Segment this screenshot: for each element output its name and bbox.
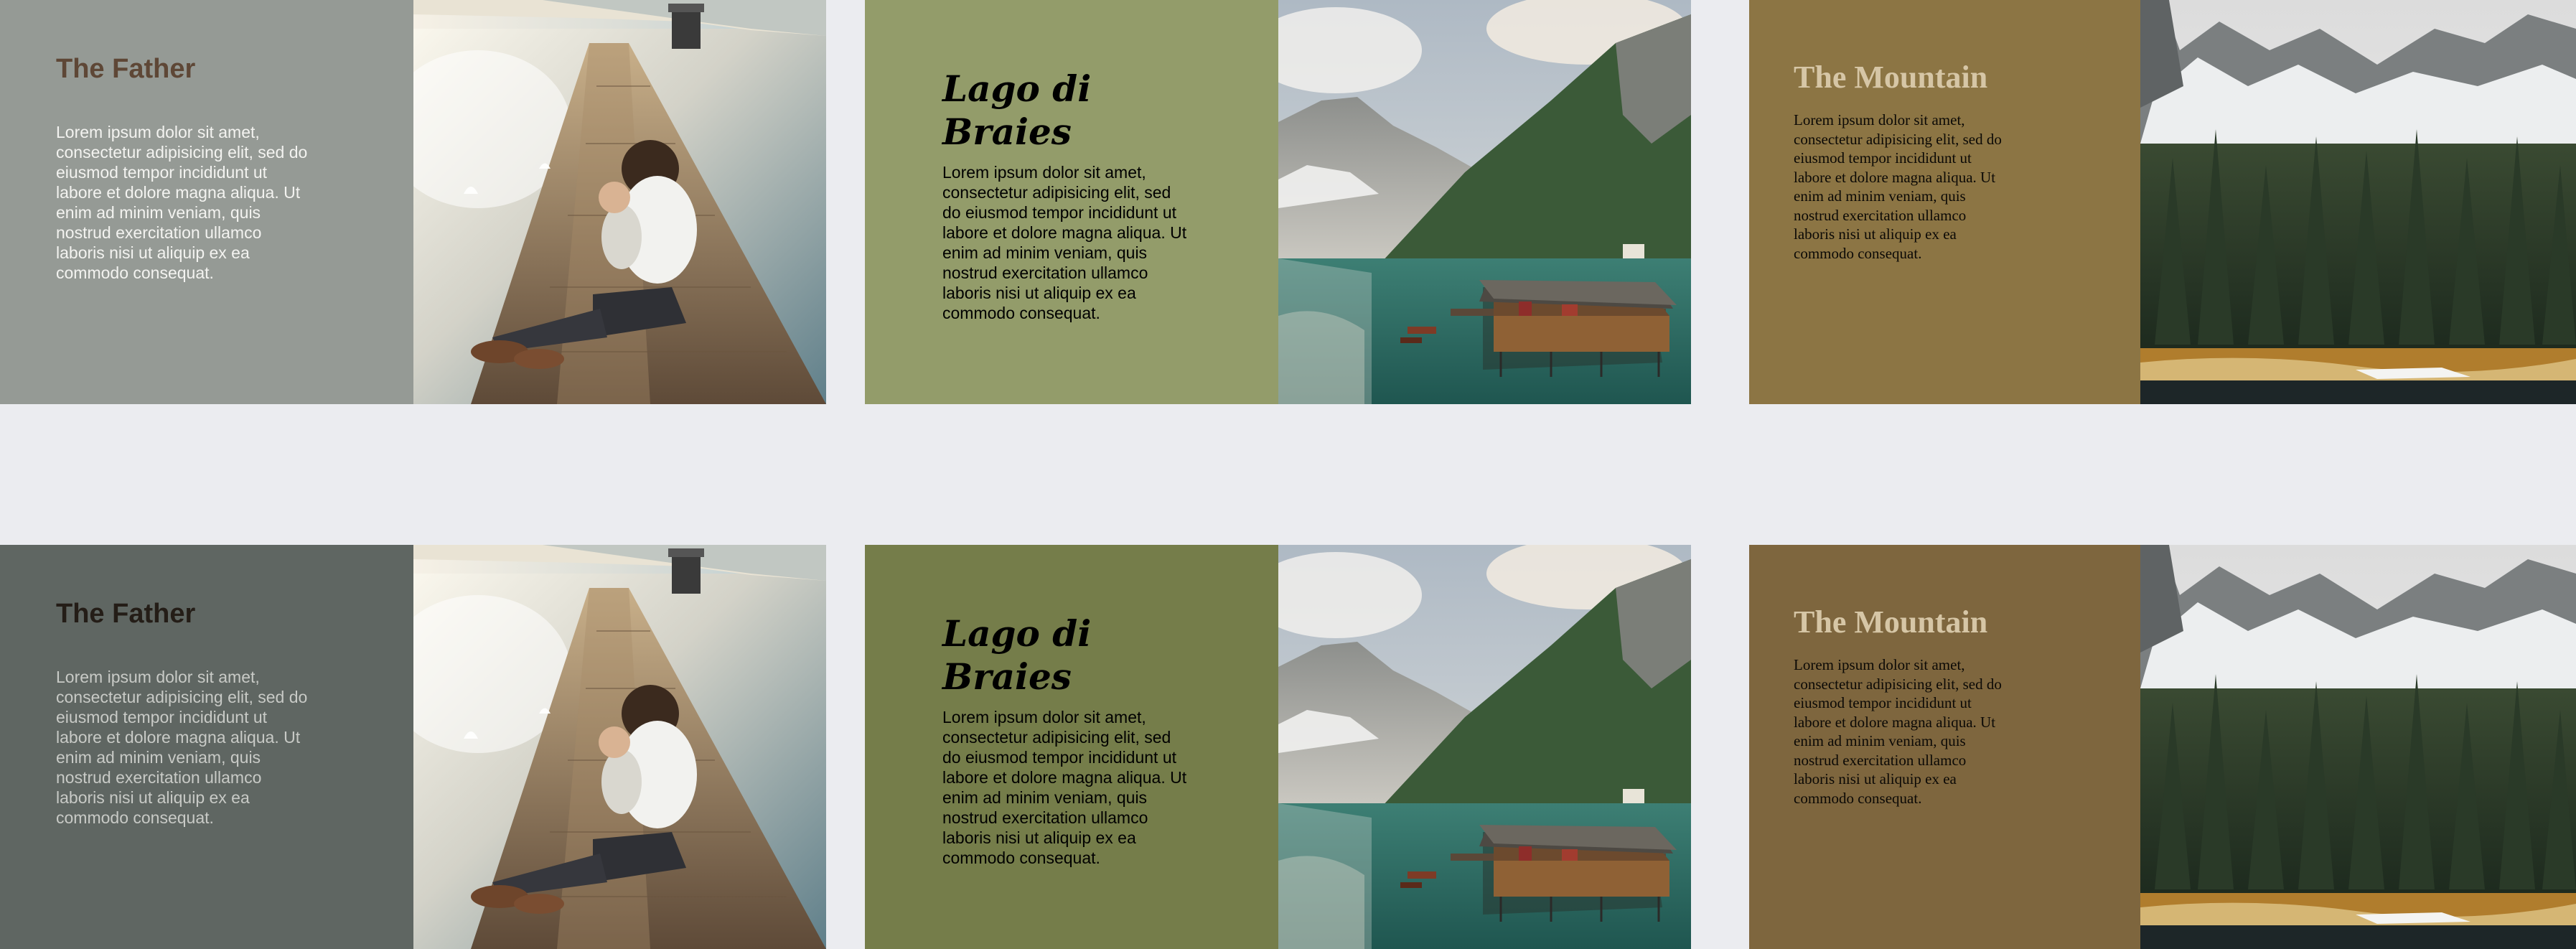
card-the-father-dark[interactable]: The Father Lorem ipsum dolor sit amet, c…: [0, 545, 826, 949]
father-on-pier-photo: [413, 0, 826, 404]
card-title: Lago di Braies: [942, 67, 1092, 153]
mountain-forest-photo: [2140, 0, 2576, 404]
card-the-mountain-dark[interactable]: The Mountain Lorem ipsum dolor sit amet,…: [1749, 545, 2576, 949]
card-body: Lorem ipsum dolor sit amet, consectetur …: [1794, 656, 2002, 807]
card-title: The Mountain: [1794, 60, 1988, 95]
card-text-panel: Lago di Braies Lorem ipsum dolor sit ame…: [865, 545, 1278, 949]
card-text-panel: The Father Lorem ipsum dolor sit amet, c…: [0, 0, 413, 404]
card-body: Lorem ipsum dolor sit amet, consectetur …: [1794, 111, 2002, 262]
card-body: Lorem ipsum dolor sit amet, consectetur …: [56, 123, 308, 282]
lake-boathouse-photo: [1278, 0, 1691, 404]
card-body: Lorem ipsum dolor sit amet, consectetur …: [942, 708, 1187, 867]
father-on-pier-photo: [413, 545, 826, 949]
card-body: Lorem ipsum dolor sit amet, consectetur …: [942, 163, 1187, 322]
card-lago-di-braies[interactable]: Lago di Braies Lorem ipsum dolor sit ame…: [865, 0, 1691, 404]
card-text-panel: The Mountain Lorem ipsum dolor sit amet,…: [1749, 0, 2140, 404]
card-the-father[interactable]: The Father Lorem ipsum dolor sit amet, c…: [0, 0, 826, 404]
card-title: The Father: [56, 599, 196, 629]
card-text-panel: The Father Lorem ipsum dolor sit amet, c…: [0, 545, 413, 949]
card-title: Lago di Braies: [942, 612, 1092, 698]
card-text-panel: The Mountain Lorem ipsum dolor sit amet,…: [1749, 545, 2140, 949]
card-body: Lorem ipsum dolor sit amet, consectetur …: [56, 668, 308, 827]
card-lago-di-braies-dark[interactable]: Lago di Braies Lorem ipsum dolor sit ame…: [865, 545, 1691, 949]
card-text-panel: Lago di Braies Lorem ipsum dolor sit ame…: [865, 0, 1278, 404]
lake-boathouse-photo: [1278, 545, 1691, 949]
card-title: The Father: [56, 54, 196, 84]
mountain-forest-photo: [2140, 545, 2576, 949]
card-the-mountain[interactable]: The Mountain Lorem ipsum dolor sit amet,…: [1749, 0, 2576, 404]
card-title: The Mountain: [1794, 604, 1988, 640]
